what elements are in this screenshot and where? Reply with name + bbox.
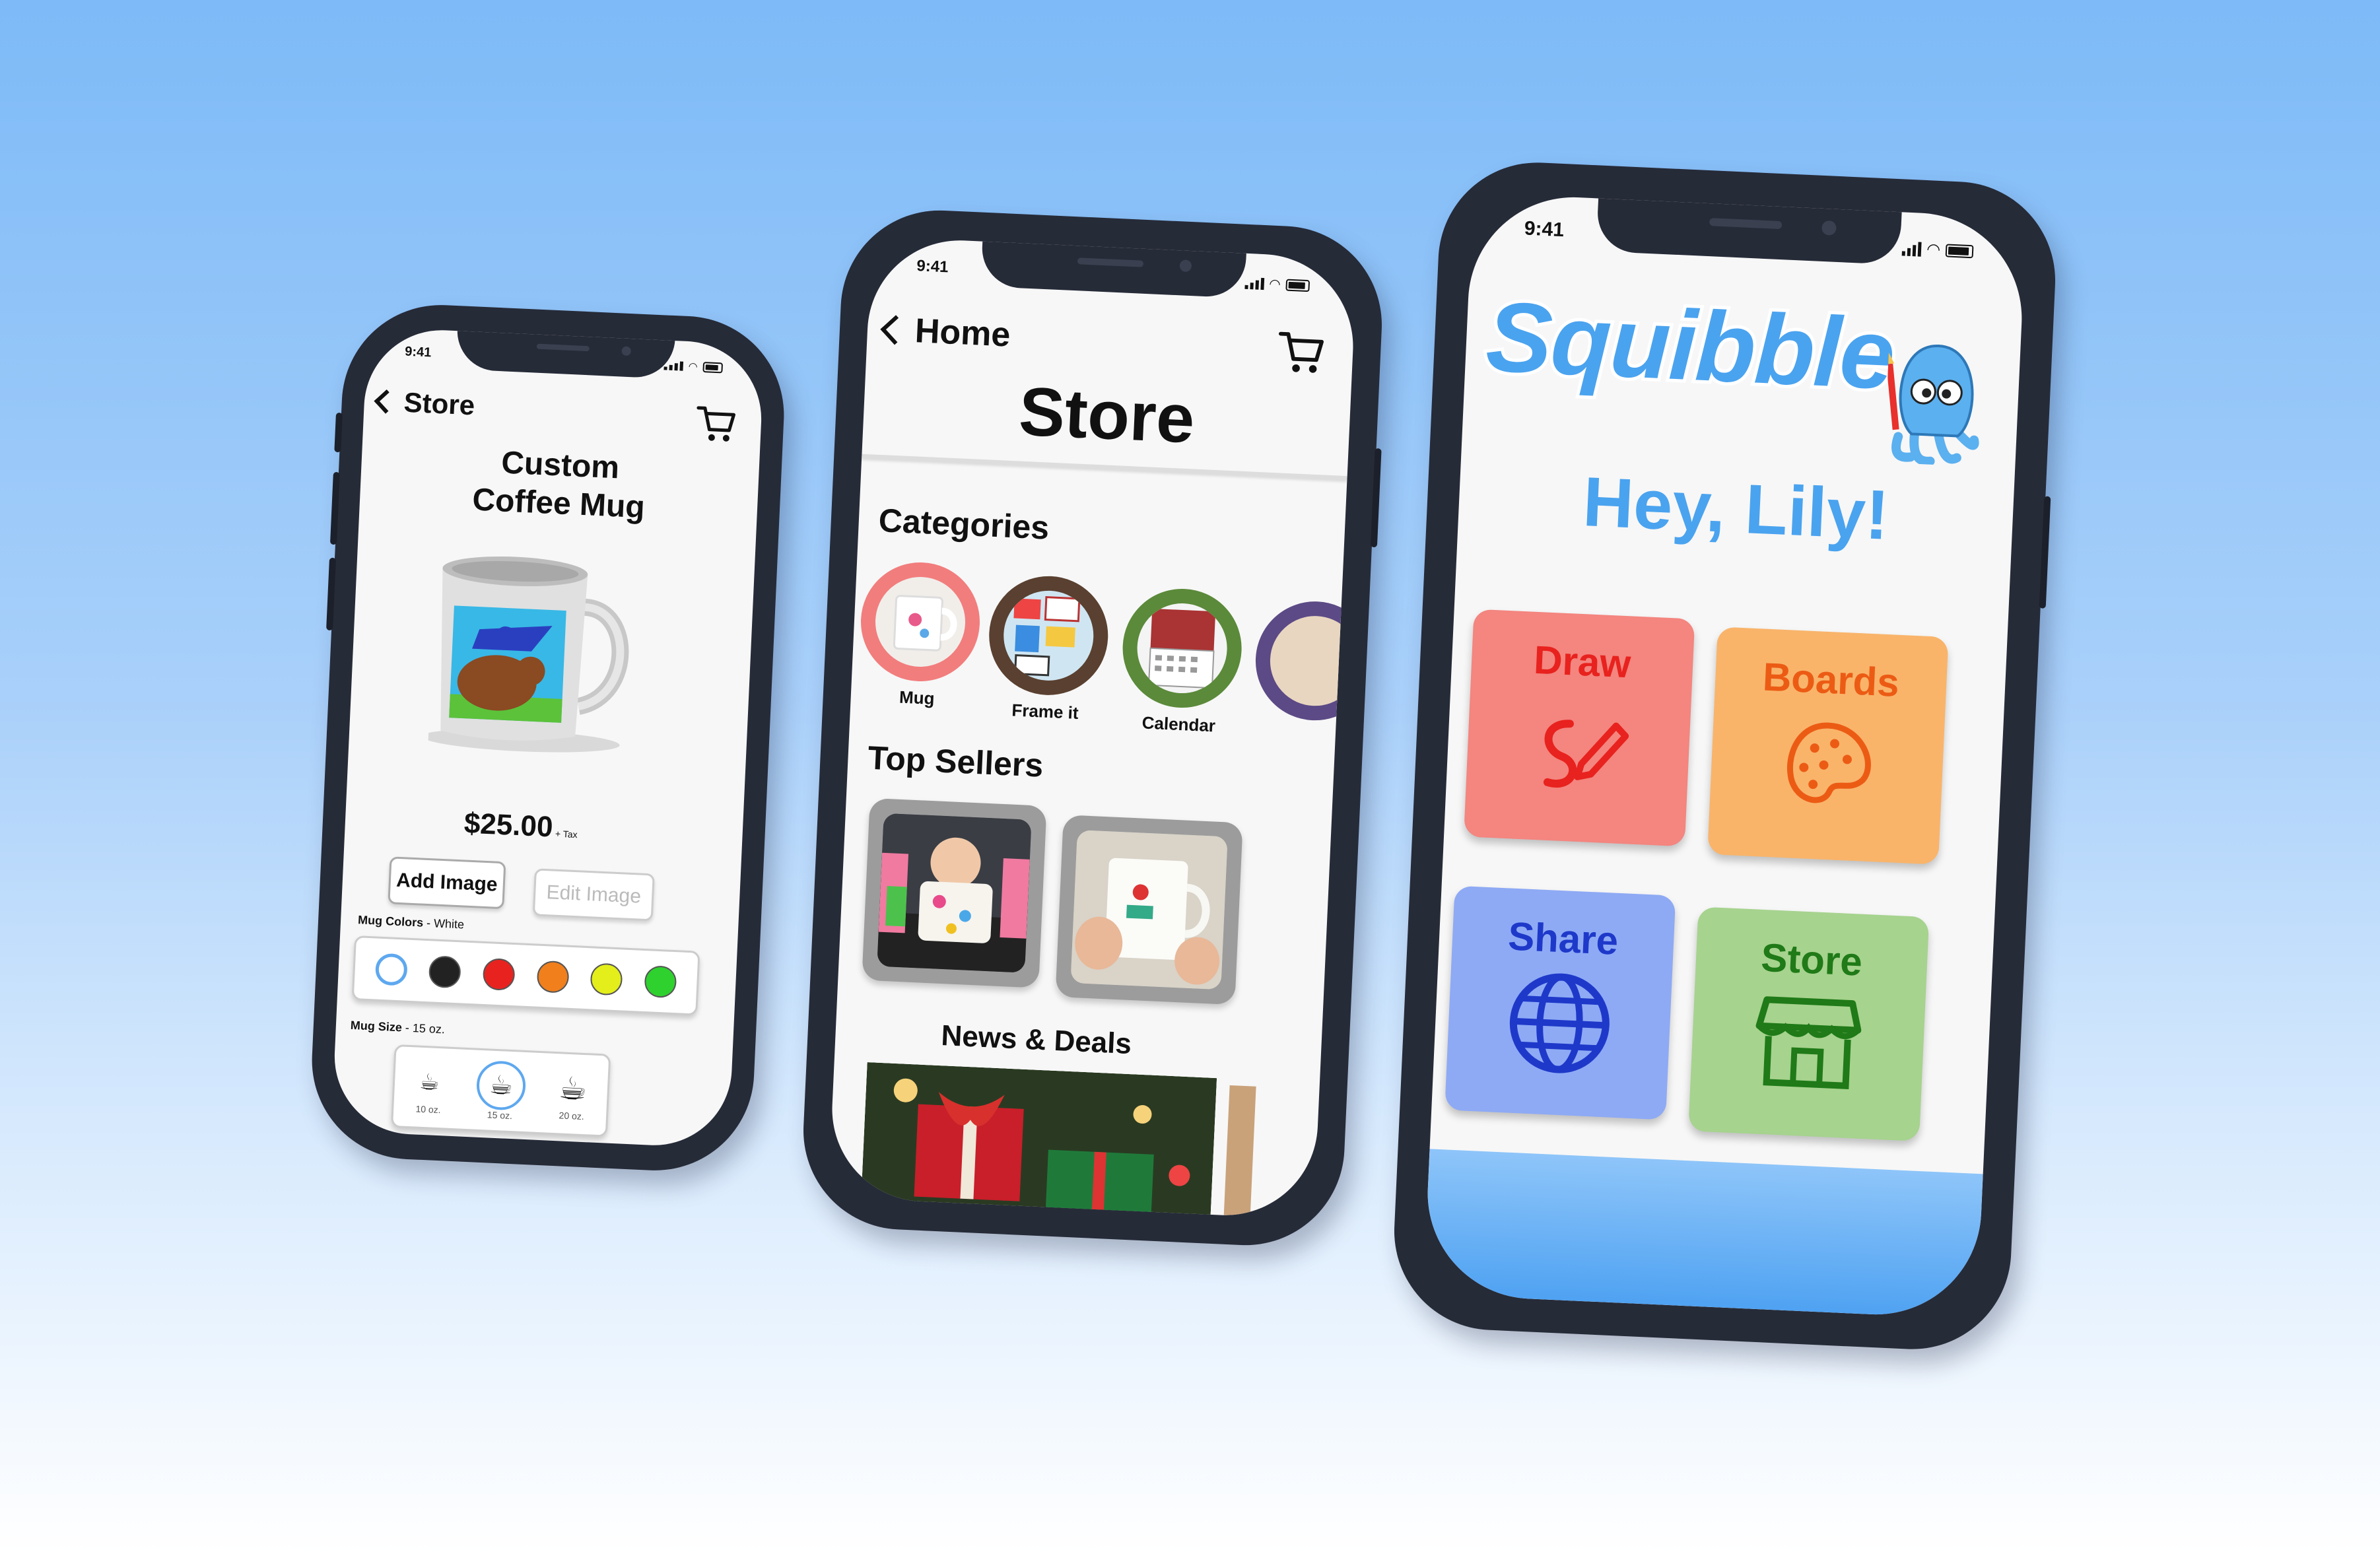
size-option-20oz[interactable]: ☕︎ 20 oz. <box>549 1066 595 1122</box>
battery-icon <box>1285 279 1310 292</box>
signal-icon <box>1901 241 1922 257</box>
status-icons: ◠ <box>1901 238 1974 261</box>
status-icons: ◠ <box>1244 275 1310 294</box>
size-picker: ☕︎ 10 oz. ☕︎ 15 oz. ☕︎ 20 oz. <box>390 1044 611 1137</box>
categories-heading: Categories <box>877 502 1050 547</box>
price-value: $25.00 <box>463 807 554 844</box>
color-swatch-red[interactable] <box>482 957 516 992</box>
category-frame-image <box>986 573 1111 698</box>
news-banner[interactable] <box>860 1062 1217 1219</box>
chevron-left-icon <box>880 315 910 345</box>
palette-icon <box>1786 722 1871 803</box>
color-swatch-white[interactable] <box>374 953 408 986</box>
category-more-image <box>1252 599 1357 724</box>
greeting: Hey, Lily! <box>1581 462 1891 555</box>
boards-label: Boards <box>1761 654 1901 705</box>
size-option-15oz[interactable]: ☕︎ 15 oz. <box>475 1060 527 1122</box>
store-screen: 9:41 ◠ Home Store Categories Mug Frame i… <box>828 236 1357 1219</box>
gift-photo <box>860 1062 1217 1219</box>
home-phone: 9:41 ◠ Squibble Hey, Lily! Draw Boards S… <box>1390 158 2060 1354</box>
news-heading: News & Deals <box>940 1019 1133 1061</box>
add-image-button[interactable]: Add Image <box>388 856 506 910</box>
category-mug[interactable]: Mug <box>850 560 989 712</box>
storefront-icon <box>1755 996 1862 1090</box>
status-icons: ◠ <box>663 358 724 374</box>
store-phone: 9:41 ◠ Home Store Categories Mug Frame i… <box>799 206 1386 1250</box>
power-button <box>2039 496 2051 609</box>
share-tile[interactable]: Share <box>1445 885 1676 1120</box>
globe-icon <box>1509 973 1610 1073</box>
wifi-icon: ◠ <box>688 361 698 373</box>
top-seller-mug[interactable] <box>1055 815 1243 1005</box>
bottom-tab-bar[interactable] <box>1423 1149 1983 1320</box>
home-screen: 9:41 ◠ Squibble Hey, Lily! Draw Boards S… <box>1423 192 2027 1320</box>
power-button <box>1370 448 1382 548</box>
battery-icon <box>702 362 724 374</box>
back-label: Store <box>403 386 476 421</box>
mute-switch <box>334 412 343 453</box>
category-calendar-image <box>1120 586 1244 711</box>
category-mug-image <box>858 560 983 684</box>
top-seller-pillow[interactable] <box>862 797 1047 988</box>
mug-icon: ☕︎ <box>489 1070 514 1101</box>
category-label <box>1246 724 1357 730</box>
page-title: Store <box>1017 373 1196 458</box>
mug-icon: ☕︎ <box>419 1069 440 1096</box>
squid-mascot-icon <box>1885 345 1979 466</box>
squibble-logo: Squibble <box>1481 277 1899 413</box>
top-sellers-heading: Top Sellers <box>867 739 1044 784</box>
share-label: Share <box>1507 914 1619 963</box>
volume-down-button <box>326 557 337 631</box>
draw-tile[interactable]: Draw <box>1464 609 1695 847</box>
product-phone: 9:41 ◠ Store Custom Coffee Mug $25.00 + … <box>307 300 789 1175</box>
wifi-icon: ◠ <box>1926 240 1941 259</box>
volume-up-button <box>329 471 340 545</box>
pencil-scribble-icon <box>1543 720 1629 788</box>
color-swatch-yellow[interactable] <box>590 963 624 996</box>
category-label: Mug <box>899 687 935 709</box>
category-label: Frame it <box>1011 700 1079 723</box>
cart-icon[interactable] <box>694 403 738 446</box>
mug-size-label: Mug Size - 15 oz. <box>350 1018 446 1036</box>
mug-photo <box>1070 830 1228 990</box>
color-swatch-black[interactable] <box>428 955 462 989</box>
draw-label: Draw <box>1532 637 1632 687</box>
battery-icon <box>1945 243 1974 258</box>
notch <box>1595 197 1902 265</box>
pillow-photo <box>877 813 1032 973</box>
category-more[interactable] <box>1246 599 1357 730</box>
back-button[interactable]: Home <box>880 310 1011 355</box>
store-tile[interactable]: Store <box>1688 906 1930 1141</box>
signal-icon <box>1244 277 1264 290</box>
cart-icon[interactable] <box>1275 327 1328 377</box>
signal-icon <box>663 360 684 371</box>
notch <box>456 329 675 380</box>
color-swatch-orange[interactable] <box>536 960 570 994</box>
store-label: Store <box>1759 935 1864 984</box>
status-time: 9:41 <box>404 344 432 360</box>
logo-text: Squibble <box>1481 277 1899 413</box>
tax-note: + Tax <box>555 828 578 840</box>
edit-image-button[interactable]: Edit Image <box>532 868 655 922</box>
size-option-10oz[interactable]: ☕︎ 10 oz. <box>406 1060 452 1116</box>
status-time: 9:41 <box>916 257 949 277</box>
product-screen: 9:41 ◠ Store Custom Coffee Mug $25.00 + … <box>331 326 765 1149</box>
back-label: Home <box>914 312 1011 355</box>
color-swatch-green[interactable] <box>644 965 677 999</box>
wifi-icon: ◠ <box>1268 277 1281 292</box>
category-calendar[interactable]: Calendar <box>1112 586 1251 738</box>
status-time: 9:41 <box>1524 217 1565 242</box>
mug-icon: ☕︎ <box>557 1071 588 1108</box>
back-button[interactable]: Store <box>374 386 476 422</box>
category-frame-it[interactable]: Frame it <box>978 573 1117 725</box>
category-label: Calendar <box>1141 712 1216 736</box>
mug-colors-label: Mug Colors - White <box>357 913 465 931</box>
news-banner-next[interactable] <box>1223 1085 1256 1219</box>
notch <box>980 240 1246 298</box>
chevron-left-icon <box>374 389 399 414</box>
boards-tile[interactable]: Boards <box>1707 626 1949 865</box>
price: $25.00 + Tax <box>463 807 578 845</box>
mug-preview-image <box>427 556 629 753</box>
color-picker <box>351 935 700 1016</box>
